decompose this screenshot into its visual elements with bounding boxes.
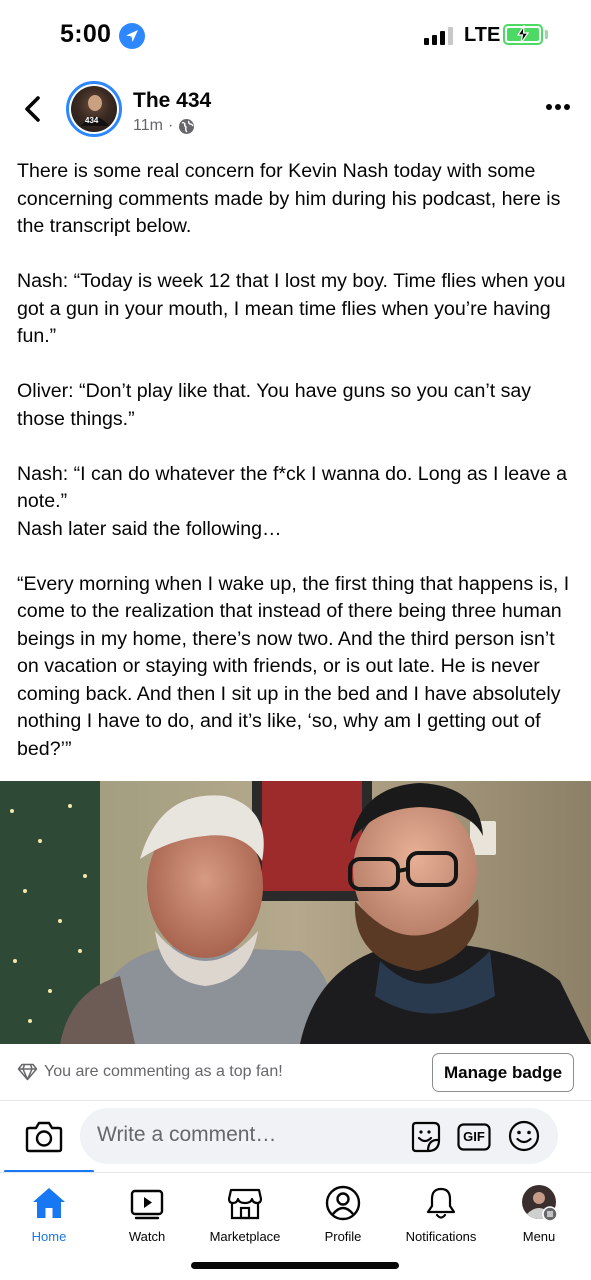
- divider: [0, 1172, 591, 1173]
- post-paragraph: “Every morning when I wake up, the first…: [17, 572, 575, 760]
- post-paragraph: Nash: “I can do whatever the f*ck I wann…: [17, 462, 568, 540]
- marketplace-icon: [227, 1188, 263, 1220]
- watch-icon: [130, 1189, 164, 1220]
- more-dots-icon: [546, 104, 570, 110]
- meta-separator: ·: [167, 117, 174, 134]
- nav-label: Profile: [324, 1229, 362, 1244]
- top-fan-text: You are commenting as a top fan!: [44, 1063, 283, 1080]
- signal-strength-icon: [424, 27, 453, 45]
- nav-label: Watch: [128, 1229, 166, 1244]
- back-button[interactable]: [18, 92, 50, 126]
- network-type: LTE: [464, 24, 501, 46]
- post-photo[interactable]: [0, 781, 591, 1044]
- bottom-nav: Home Watch Marketplace Profile Notificat…: [0, 1176, 591, 1246]
- nav-profile[interactable]: Profile: [294, 1176, 392, 1246]
- diamond-badge-icon: [17, 1063, 38, 1081]
- comment-composer[interactable]: Write a comment… GIF: [80, 1108, 558, 1164]
- nav-home[interactable]: Home: [0, 1176, 98, 1246]
- status-bar: 5:00 LTE: [0, 0, 591, 70]
- nav-menu[interactable]: Menu: [490, 1176, 588, 1246]
- sticker-icon: [411, 1121, 441, 1153]
- home-icon: [33, 1188, 65, 1218]
- post-meta: 11m ·: [133, 117, 195, 135]
- chevron-left-icon: [25, 96, 40, 122]
- more-options-button[interactable]: [543, 97, 573, 117]
- page-name[interactable]: The 434: [133, 89, 211, 113]
- avatar-badge-text: 434: [85, 116, 99, 125]
- camera-button[interactable]: [25, 1119, 63, 1153]
- post-paragraph: There is some real concern for Kevin Nas…: [17, 160, 566, 237]
- emoji-button[interactable]: [508, 1120, 540, 1152]
- nav-marketplace[interactable]: Marketplace: [196, 1176, 294, 1246]
- profile-icon: [325, 1185, 361, 1221]
- manage-badge-button[interactable]: Manage badge: [432, 1053, 574, 1092]
- top-fan-notice: You are commenting as a top fan!: [17, 1063, 283, 1081]
- photo-illustration: [0, 781, 591, 1044]
- status-time: 5:00: [60, 20, 112, 48]
- notifications-icon: [426, 1187, 456, 1219]
- location-arrow-icon: [119, 23, 145, 49]
- menu-avatar-icon: [522, 1185, 558, 1222]
- nav-label: Menu: [522, 1229, 556, 1244]
- post-timestamp[interactable]: 11m: [133, 117, 163, 135]
- divider: [0, 1100, 591, 1101]
- nav-label: Home: [31, 1229, 67, 1244]
- camera-icon: [25, 1121, 63, 1153]
- post-body: There is some real concern for Kevin Nas…: [17, 158, 579, 763]
- gif-label: GIF: [463, 1129, 485, 1144]
- home-indicator[interactable]: [191, 1262, 399, 1269]
- nav-notifications[interactable]: Notifications: [392, 1176, 490, 1246]
- nav-label: Marketplace: [209, 1229, 281, 1244]
- page-avatar[interactable]: 434: [66, 81, 122, 137]
- emoji-icon: [508, 1120, 540, 1152]
- battery-icon: [503, 24, 543, 45]
- battery-cap: [545, 30, 548, 39]
- comment-input[interactable]: Write a comment…: [97, 1123, 276, 1147]
- nav-label: Notifications: [405, 1229, 477, 1244]
- post-paragraph: Oliver: “Don’t play like that. You have …: [17, 380, 537, 430]
- post-paragraph: Nash: “Today is week 12 that I lost my b…: [17, 270, 571, 347]
- globe-icon: [179, 118, 195, 134]
- gif-button[interactable]: GIF: [457, 1123, 491, 1151]
- nav-watch[interactable]: Watch: [98, 1176, 196, 1246]
- sticker-button[interactable]: [408, 1120, 442, 1154]
